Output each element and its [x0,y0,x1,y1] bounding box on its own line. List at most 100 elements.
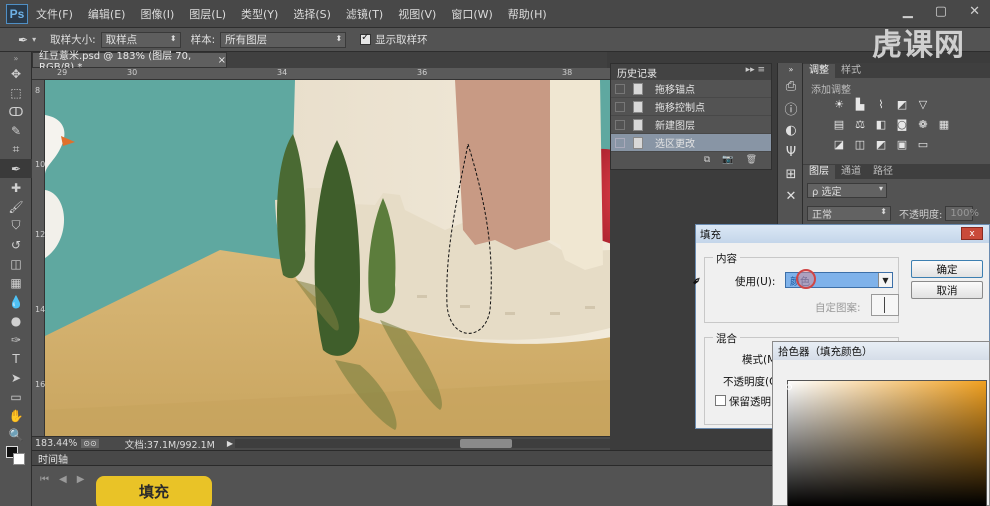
history-source-checkbox[interactable] [615,119,625,130]
sample-size-select[interactable]: 取样点 ⬍ [100,31,181,48]
brightness-icon[interactable]: ☀ [831,96,847,112]
posterize-icon[interactable]: ◫ [852,136,868,152]
history-item[interactable]: 拖移控制点 [611,98,771,116]
tools-cross-icon[interactable]: ✕ [778,185,804,207]
history-source-checkbox[interactable] [615,101,625,112]
invert-icon[interactable]: ◪ [831,136,847,152]
ok-button[interactable]: 确定 [911,260,983,278]
close-icon[interactable]: × [218,55,226,66]
hue-saturation-icon[interactable]: ▤ [831,116,847,132]
move-tool-icon[interactable]: ✥ [0,64,32,83]
first-frame-icon[interactable]: ⏮ [40,474,59,485]
path-select-tool-icon[interactable]: ➤ [0,368,32,387]
menu-filter[interactable]: 滤镜(T) [346,6,383,22]
exposure-icon[interactable]: ◩ [894,96,910,112]
history-item-selected[interactable]: 选区更改 [611,134,771,152]
brush-panel-icon[interactable]: Ψ [778,141,804,163]
scrollbar-thumb[interactable] [460,439,512,448]
gradient-map-icon[interactable]: ▭ [915,136,931,152]
rectangle-tool-icon[interactable]: ▭ [0,387,32,406]
menu-help[interactable]: 帮助(H) [508,6,547,22]
vibrance-icon[interactable]: ▽ [915,96,931,112]
channel-mixer-icon[interactable]: ❁ [915,116,931,132]
color-field[interactable] [787,380,987,506]
maximize-icon[interactable]: ▢ [935,4,947,19]
history-brush-tool-icon[interactable]: ↺ [0,235,32,254]
timeline-title[interactable]: 时间轴 [38,451,68,466]
show-ring-checkbox[interactable] [360,32,372,45]
selective-color-icon[interactable]: ▣ [894,136,910,152]
share-icon[interactable]: ⊙⊙ [81,439,99,448]
prev-frame-icon[interactable]: ◀ [59,474,77,485]
history-panel-icon[interactable]: ⎙ [778,75,804,97]
eyedropper-tool-icon[interactable]: ✒ [0,159,32,178]
menu-layer[interactable]: 图层(L) [189,6,226,22]
minimize-icon[interactable]: ▁ [903,4,913,19]
levels-icon[interactable]: ▙ [852,96,868,112]
snapshot-camera-icon[interactable]: 📷 [722,155,733,165]
color-picker-titlebar[interactable]: 拾色器（填充颜色） [773,342,989,360]
history-title[interactable]: 历史记录 [617,65,657,80]
menu-image[interactable]: 图像(I) [140,6,174,22]
type-tool-icon[interactable]: T [0,349,32,368]
clone-source-icon[interactable]: ⊞ [778,163,804,185]
quick-select-tool-icon[interactable]: ✎ [0,121,32,140]
opacity-input[interactable]: 100% [945,206,979,221]
gradient-tool-icon[interactable]: ▦ [0,273,32,292]
color-panel-icon[interactable]: ◐ [778,119,804,141]
hand-tool-icon[interactable]: ✋ [0,406,32,425]
menu-select[interactable]: 选择(S) [293,6,331,22]
trash-icon[interactable]: 🗑 [746,155,757,165]
color-swatches-icon[interactable] [0,444,32,468]
tab-styles[interactable]: 样式 [835,64,867,78]
play-icon[interactable]: ▶ [77,474,95,485]
eraser-tool-icon[interactable]: ◫ [0,254,32,273]
collapse-arrows-icon[interactable]: » [0,52,32,64]
menu-type[interactable]: 类型(Y) [241,6,278,22]
horizontal-scrollbar[interactable] [235,439,610,448]
tool-preset-dropdown-icon[interactable]: ▾ [32,35,36,44]
history-source-checkbox[interactable] [615,137,625,148]
menu-edit[interactable]: 编辑(E) [88,6,126,22]
sample-layers-select[interactable]: 所有图层 ⬍ [220,31,347,48]
info-icon[interactable]: ⓘ [778,97,804,119]
close-icon[interactable]: ✕ [969,4,980,19]
photo-filter-icon[interactable]: ◙ [894,116,910,132]
tab-channels[interactable]: 通道 [835,165,867,179]
blend-mode-select[interactable]: 正常 ⬍ [807,206,891,221]
layer-kind-filter[interactable]: ρ 选定 ▾ [807,183,887,198]
menu-file[interactable]: 文件(F) [36,6,73,22]
history-item[interactable]: 新建图层 [611,116,771,134]
tab-adjustments[interactable]: 调整 [803,64,835,78]
document-canvas[interactable] [45,80,610,436]
menu-view[interactable]: 视图(V) [398,6,436,22]
tab-paths[interactable]: 路径 [867,165,899,179]
tab-layers[interactable]: 图层 [803,165,835,179]
panel-menu-icon[interactable]: ▸▸ ≡ [746,65,765,75]
clone-stamp-tool-icon[interactable]: ⛉ [0,216,32,235]
menu-window[interactable]: 窗口(W) [451,6,492,22]
black-white-icon[interactable]: ◧ [873,116,889,132]
crop-tool-icon[interactable]: ⌗ [0,140,32,159]
brush-tool-icon[interactable]: 🖌 [0,197,32,216]
healing-brush-tool-icon[interactable]: ✚ [0,178,32,197]
marquee-tool-icon[interactable]: ⬚ [0,83,32,102]
color-lookup-icon[interactable]: ▦ [936,116,952,132]
custom-pattern-swatch[interactable] [871,294,899,316]
document-tab[interactable]: 红豆薏米.psd @ 183% (图层 70, RGB/8) * × [32,51,227,73]
preserve-transparency-checkbox[interactable] [715,395,726,406]
blur-tool-icon[interactable]: 💧 [0,292,32,311]
collapse-arrows-icon[interactable]: » [778,63,804,75]
cancel-button[interactable]: 取消 [911,281,983,299]
history-item[interactable]: 拖移锚点 [611,80,771,98]
status-menu-arrow-icon[interactable]: ▶ [227,439,233,448]
lasso-tool-icon[interactable]: ↀ [0,102,32,121]
curves-icon[interactable]: ⌇ [873,96,889,112]
threshold-icon[interactable]: ◩ [873,136,889,152]
color-balance-icon[interactable]: ⚖ [852,116,868,132]
zoom-tool-icon[interactable]: 🔍 [0,425,32,444]
history-source-checkbox[interactable] [615,83,625,94]
fill-dialog-titlebar[interactable]: 填充 x [696,225,989,243]
eyedropper-tool-icon[interactable]: ✒ [18,33,28,47]
dodge-tool-icon[interactable]: ● [0,311,32,330]
